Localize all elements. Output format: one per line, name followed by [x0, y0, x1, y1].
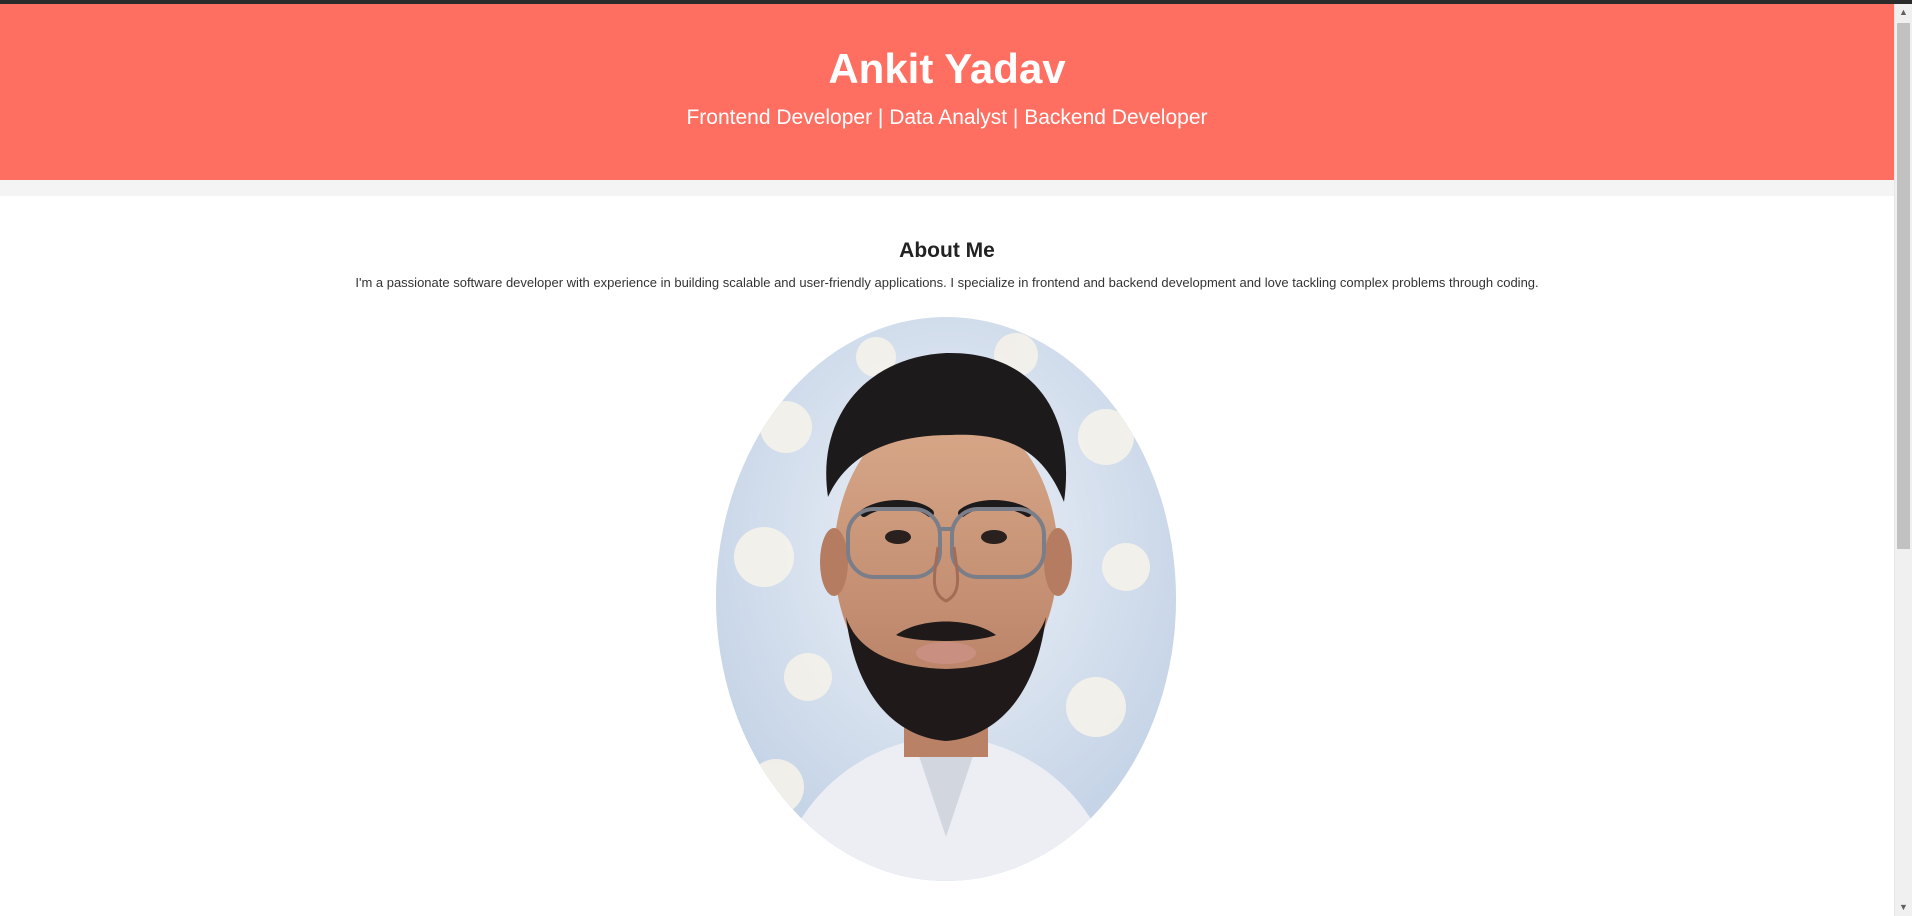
about-heading: About Me	[899, 239, 995, 262]
about-bio: I'm a passionate software developer with…	[355, 275, 1539, 290]
scroll-up-icon[interactable]: ▲	[1895, 4, 1912, 21]
about-section: About Me I'm a passionate software devel…	[0, 196, 1894, 916]
profile-photo-illustration	[716, 317, 1176, 881]
vertical-scrollbar[interactable]: ▲ ▼	[1894, 4, 1912, 916]
hero-header: Ankit Yadav Frontend Developer | Data An…	[0, 4, 1894, 180]
page-viewport: Ankit Yadav Frontend Developer | Data An…	[0, 4, 1894, 916]
hero-roles: Frontend Developer | Data Analyst | Back…	[686, 106, 1208, 129]
hero-name: Ankit Yadav	[828, 45, 1066, 92]
profile-photo	[716, 317, 1176, 881]
scrollbar-thumb[interactable]	[1897, 23, 1910, 549]
scroll-down-icon[interactable]: ▼	[1895, 899, 1912, 916]
